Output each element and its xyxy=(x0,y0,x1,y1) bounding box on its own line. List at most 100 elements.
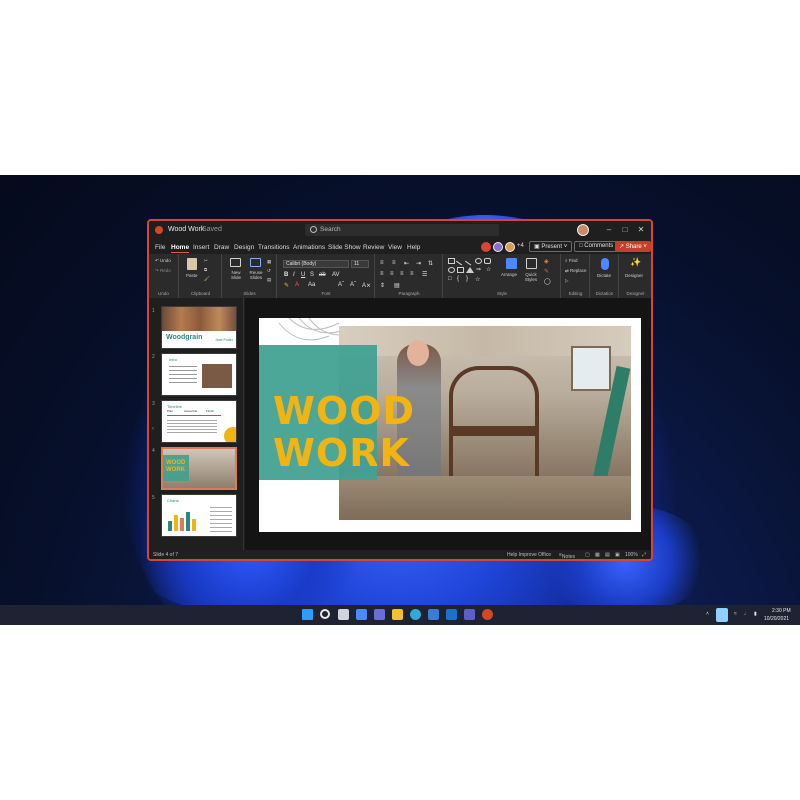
collaborator-avatar[interactable] xyxy=(493,242,503,252)
slide-title[interactable]: WOOD WORK xyxy=(273,390,415,474)
align-right-icon[interactable]: ≡ xyxy=(400,271,404,277)
tab-help[interactable]: Help xyxy=(407,244,420,251)
battery-icon[interactable]: ▮ xyxy=(754,611,757,617)
microphone-tray-icon[interactable] xyxy=(716,608,728,622)
redo-button[interactable]: ↷ Redo xyxy=(155,268,171,274)
font-size-select[interactable]: 11 xyxy=(351,260,369,268)
tab-transitions[interactable]: Transitions xyxy=(258,244,290,251)
paste-icon[interactable] xyxy=(187,258,197,270)
bullets-icon[interactable]: ≡ xyxy=(380,260,384,266)
decrease-indent-icon[interactable]: ⇤ xyxy=(404,260,409,267)
slideshow-view-icon[interactable]: ▣ xyxy=(615,552,620,558)
task-view-icon[interactable] xyxy=(338,609,349,620)
slide-thumbnail-3[interactable]: Timeline Plan Assemble Finish xyxy=(161,400,237,443)
record-icon[interactable] xyxy=(481,242,491,252)
slide-thumbnail-4[interactable]: WOOD WORK xyxy=(161,447,237,490)
grow-font-button[interactable]: Aˆ xyxy=(338,282,344,288)
search-icon[interactable] xyxy=(320,609,330,619)
quick-styles-icon[interactable] xyxy=(526,258,537,269)
line-spacing-icon[interactable]: ⇕ xyxy=(380,282,385,289)
maximize-button[interactable]: □ xyxy=(619,224,631,236)
clock-date[interactable]: 10/20/2021 xyxy=(764,616,789,622)
shadow-button[interactable]: S xyxy=(310,272,314,278)
microphone-icon[interactable] xyxy=(601,258,609,270)
highlight-icon[interactable]: ✎ xyxy=(284,282,289,289)
cut-icon[interactable]: ✂ xyxy=(204,258,208,264)
normal-view-icon[interactable]: ▢ xyxy=(585,552,590,558)
tab-insert[interactable]: Insert xyxy=(193,244,209,251)
tab-animations[interactable]: Animations xyxy=(293,244,325,251)
minimize-button[interactable]: – xyxy=(603,224,615,236)
shrink-font-button[interactable]: Aˇ xyxy=(350,282,356,288)
increase-indent-icon[interactable]: ⇥ xyxy=(416,260,421,267)
notes-button[interactable]: ≡ Notes xyxy=(559,552,575,559)
help-improve-office[interactable]: Help Improve Office xyxy=(507,552,551,558)
zoom-level[interactable]: 100% xyxy=(625,552,638,558)
align-left-icon[interactable]: ≡ xyxy=(380,271,384,277)
shape-arrow-right-icon[interactable]: ⇒ xyxy=(476,266,481,273)
slide-thumbnail-2[interactable]: Intro xyxy=(161,353,237,396)
align-center-icon[interactable]: ≡ xyxy=(390,271,394,277)
start-windows-icon[interactable] xyxy=(302,609,313,620)
shape-triangle-icon[interactable] xyxy=(466,267,474,273)
shape-oval-icon[interactable] xyxy=(475,258,482,264)
shape-star-icon[interactable]: ☆ xyxy=(475,276,480,283)
tab-file[interactable]: File xyxy=(155,244,165,251)
replace-button[interactable]: ⇄ Replace xyxy=(565,268,587,274)
collapse-pane-chevron-icon[interactable]: ‹ xyxy=(152,426,154,432)
reuse-slides-icon[interactable] xyxy=(250,258,261,267)
change-case-button[interactable]: Aa xyxy=(308,282,315,288)
shape-bracket-icon[interactable]: { xyxy=(457,276,459,282)
find-button[interactable]: ⌕ Find xyxy=(565,258,578,263)
shape-square-icon[interactable] xyxy=(457,267,464,273)
tab-design[interactable]: Design xyxy=(234,244,254,251)
tab-draw[interactable]: Draw xyxy=(214,244,229,251)
format-painter-icon[interactable]: 🖌 xyxy=(204,276,210,282)
underline-button[interactable]: U xyxy=(301,272,305,278)
text-direction-icon[interactable]: ⇅ xyxy=(428,260,433,267)
char-spacing-button[interactable]: AV xyxy=(332,272,340,278)
present-button[interactable]: ▣ Present ˅ xyxy=(529,241,573,252)
undo-button[interactable]: ↶ Undo xyxy=(155,258,171,264)
clear-format-icon[interactable]: A⨯ xyxy=(362,282,371,289)
search-box[interactable]: Search xyxy=(305,224,499,236)
layout-icon[interactable]: ▦ xyxy=(267,259,271,265)
slide-thumbnail-5[interactable]: Charts xyxy=(161,494,237,537)
store-icon[interactable] xyxy=(428,609,439,620)
slide-sorter-icon[interactable]: ▦ xyxy=(595,552,600,558)
reset-icon[interactable]: ↺ xyxy=(267,268,271,274)
copy-icon[interactable]: ⧉ xyxy=(204,267,207,272)
wifi-icon[interactable]: ≈ xyxy=(734,611,737,617)
shape-star-icon[interactable]: ☆ xyxy=(486,266,491,273)
numbering-icon[interactable]: ≡ xyxy=(392,260,396,266)
bold-button[interactable]: B xyxy=(284,272,288,278)
tab-review[interactable]: Review xyxy=(363,244,384,251)
strikethrough-button[interactable]: ab xyxy=(319,272,326,278)
shape-brace-icon[interactable]: } xyxy=(466,276,468,282)
powerpoint-taskbar-icon[interactable] xyxy=(482,609,493,620)
tab-view[interactable]: View xyxy=(388,244,402,251)
shape-outline-icon[interactable]: ✎ xyxy=(544,268,549,275)
account-avatar[interactable] xyxy=(577,224,589,236)
comments-button[interactable]: □ Comments xyxy=(574,241,619,252)
fit-to-window-icon[interactable]: ⤢ xyxy=(642,552,646,558)
collaborator-avatar[interactable] xyxy=(505,242,515,252)
italic-button[interactable]: I xyxy=(293,272,295,278)
shape-rectangle-icon[interactable] xyxy=(448,258,455,264)
current-slide[interactable]: WOOD WORK xyxy=(259,318,641,532)
tray-chevron-icon[interactable]: ˄ xyxy=(706,611,709,617)
share-button[interactable]: ↗ Share ˅ xyxy=(615,241,651,252)
designer-wand-icon[interactable]: ✨ xyxy=(630,257,641,268)
clock-time[interactable]: 2:30 PM xyxy=(772,608,791,614)
justify-icon[interactable]: ≡ xyxy=(410,271,414,277)
smartart-icon[interactable]: ▤ xyxy=(394,282,400,289)
teams-icon[interactable] xyxy=(464,609,475,620)
tab-home[interactable]: Home xyxy=(171,244,190,253)
reading-view-icon[interactable]: ▤ xyxy=(605,552,610,558)
tab-slide-show[interactable]: Slide Show xyxy=(328,244,361,251)
edge-icon[interactable] xyxy=(410,609,421,620)
volume-icon[interactable]: ♩ xyxy=(744,611,749,617)
section-icon[interactable]: ▤ xyxy=(267,277,271,283)
chat-icon[interactable] xyxy=(374,609,385,620)
shape-fill-icon[interactable]: ◈ xyxy=(544,258,549,265)
